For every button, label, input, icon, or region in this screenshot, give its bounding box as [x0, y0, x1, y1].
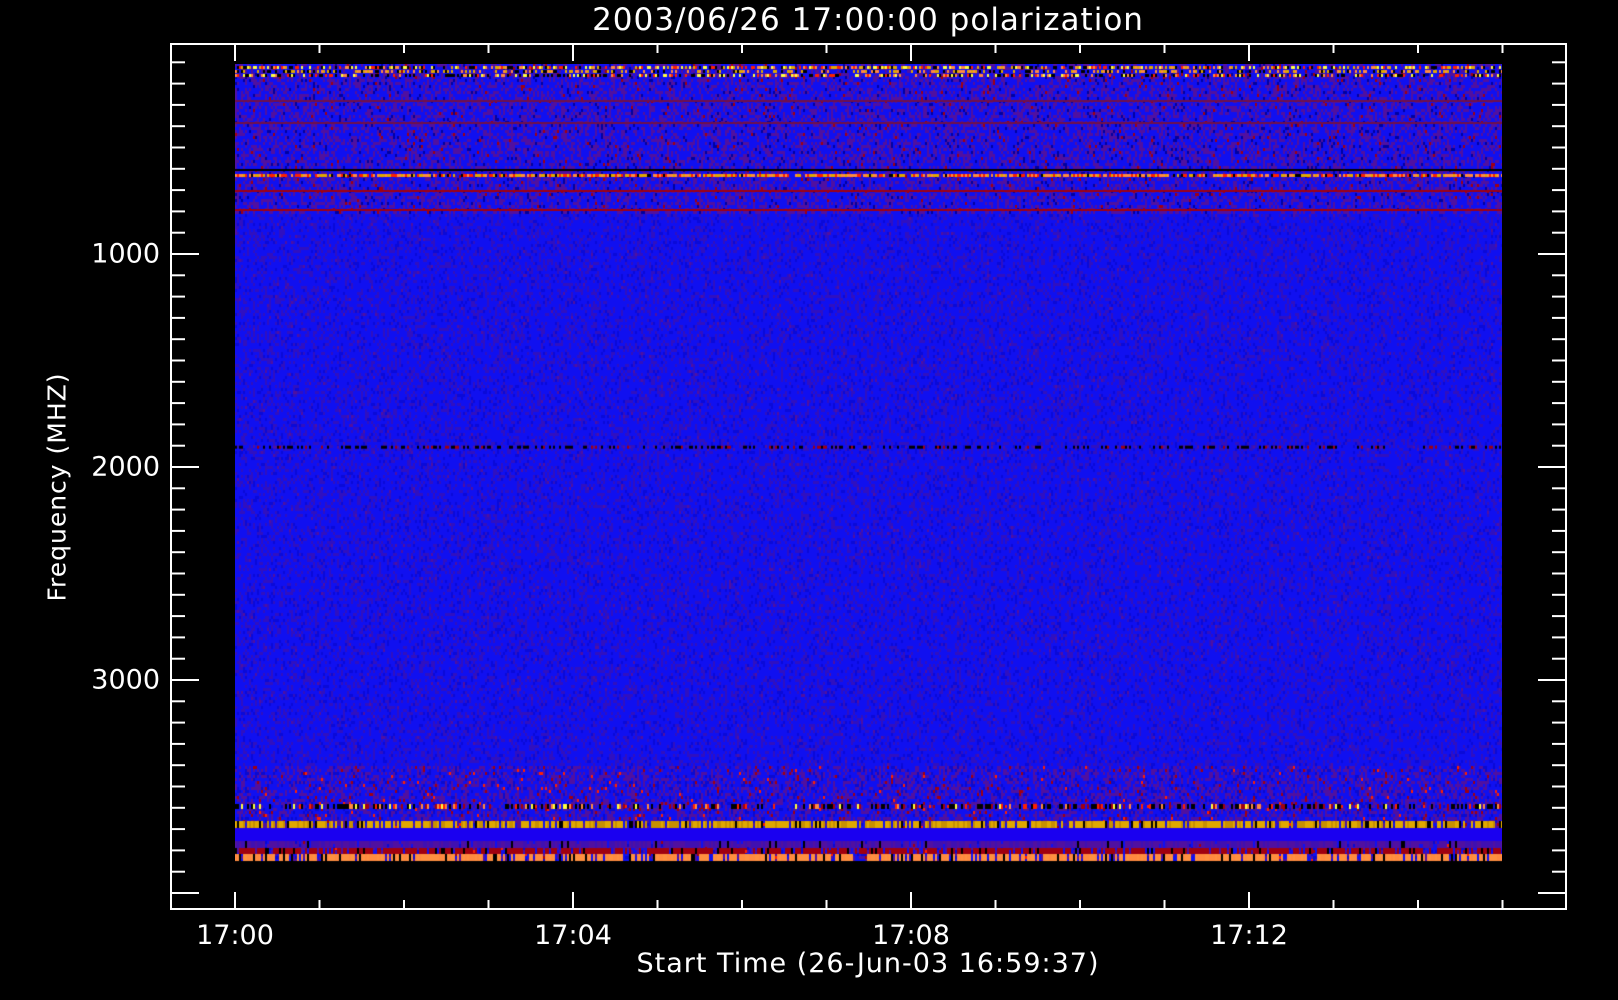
y-tick-label: 2000 [91, 451, 160, 483]
y-tick-label: 1000 [91, 238, 160, 270]
y-axis-label: Frequency (MHZ) [42, 372, 72, 602]
y-tick-label: 3000 [91, 664, 160, 696]
x-tick-label: 17:04 [534, 920, 612, 951]
x-axis-label: Start Time (26-Jun-03 16:59:37) [636, 948, 1100, 979]
x-tick-label: 17:00 [196, 920, 274, 951]
x-tick-label: 17:12 [1210, 920, 1288, 951]
x-tick-label: 17:08 [872, 920, 950, 951]
axis-ticks [171, 44, 1566, 909]
